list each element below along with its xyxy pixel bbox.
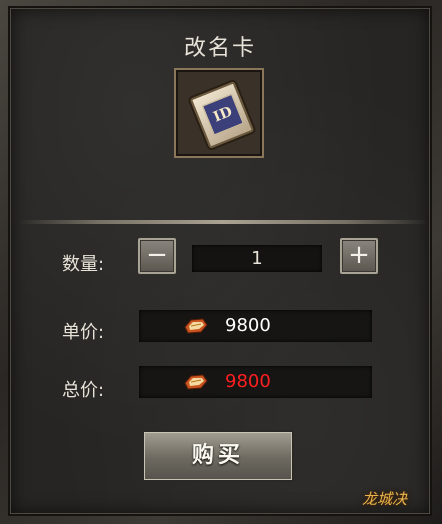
- id-card-label: ID: [202, 93, 244, 136]
- ingot-icon: [184, 374, 208, 390]
- item-slot[interactable]: ID: [174, 68, 264, 158]
- dialog-title: 改名卡: [183, 36, 256, 61]
- purchase-dialog: 改名卡 ID 数量: − 1 + 单价: 9800 总价: 9800 购买: [8, 6, 432, 516]
- buy-button[interactable]: 购买: [142, 430, 294, 482]
- divider: [18, 220, 428, 224]
- unit-price-field: 9800: [139, 310, 372, 342]
- unit-price-label: 单价:: [62, 322, 105, 343]
- unit-price-value: 9800: [225, 315, 271, 336]
- window-frame: 改名卡 ID 数量: − 1 + 单价: 9800 总价: 9800 购买 龙城…: [0, 0, 442, 524]
- quantity-label: 数量:: [62, 254, 105, 275]
- increase-button[interactable]: +: [340, 238, 378, 274]
- ingot-icon: [184, 318, 208, 334]
- game-logo: 龙城决: [362, 490, 408, 508]
- total-price-value: 9800: [225, 371, 271, 392]
- quantity-input[interactable]: 1: [192, 245, 322, 272]
- decrease-button[interactable]: −: [138, 238, 176, 274]
- id-card-icon: ID: [189, 80, 255, 150]
- total-price-label: 总价:: [62, 380, 105, 401]
- total-price-field: 9800: [139, 366, 372, 398]
